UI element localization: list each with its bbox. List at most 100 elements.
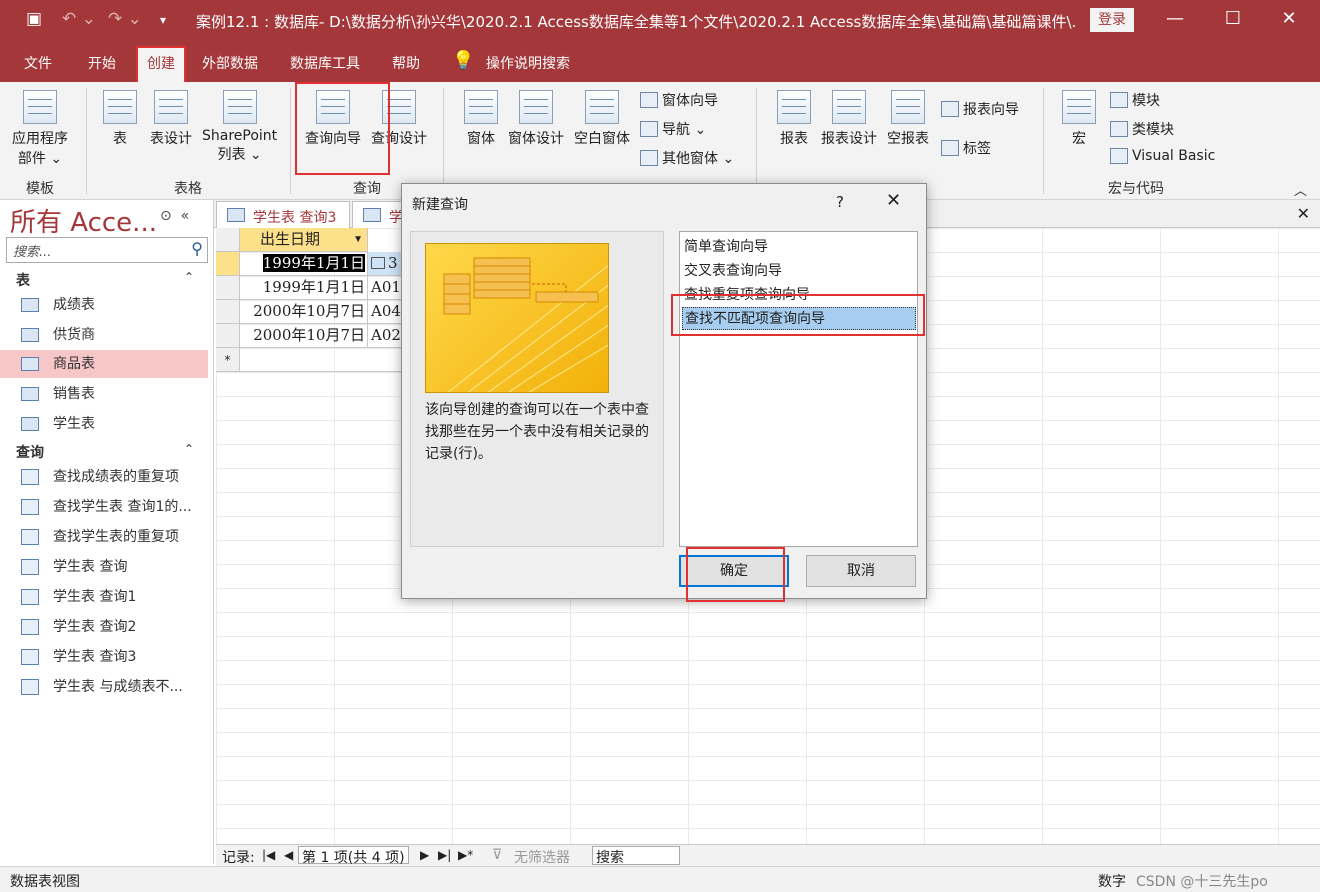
labels-button[interactable]: 标签 — [941, 138, 991, 158]
first-record-icon[interactable]: |◀ — [262, 848, 275, 862]
nav-pane-title[interactable]: 所有 Acce... — [10, 202, 157, 239]
close-icon[interactable]: ✕ — [886, 190, 901, 211]
help-icon[interactable]: ? — [836, 193, 844, 211]
window-title: 案例12.1 : 数据库- D:\数据分析\孙兴华\2020.2.1 Acces… — [196, 13, 1076, 31]
navigation-button[interactable]: 导航 ⌄ — [640, 119, 706, 139]
nav-query-item[interactable]: 学生表 查询1 — [0, 583, 208, 611]
blank-report-icon — [891, 90, 925, 124]
form-wizard-button[interactable]: 窗体向导 — [640, 90, 718, 110]
new-row-marker[interactable]: * — [216, 348, 240, 372]
filter-icon[interactable]: ⊽ — [492, 847, 502, 863]
sharepoint-lists-button[interactable]: SharePoint 列表 ⌄ — [202, 90, 277, 164]
nav-query-item[interactable]: 查找学生表 查询1的... — [0, 493, 208, 521]
nav-query-item[interactable]: 查找学生表的重复项 — [0, 523, 208, 551]
column-header-birthdate[interactable]: 出生日期 ▼ — [240, 228, 368, 252]
report-design-icon — [832, 90, 866, 124]
table-button[interactable]: 表 — [103, 90, 137, 148]
report-button[interactable]: 报表 — [777, 90, 811, 148]
tab-external-data[interactable]: 外部数据 — [202, 53, 258, 73]
tab-query-document[interactable]: 学生表 查询3 — [216, 201, 350, 228]
close-icon[interactable]: ✕ — [1274, 8, 1304, 29]
nav-table-item-selected[interactable]: 商品表 — [0, 350, 208, 378]
tab-home[interactable]: 开始 — [88, 53, 116, 73]
row-selector[interactable] — [216, 276, 240, 300]
previous-record-icon[interactable]: ◀ — [284, 848, 293, 862]
macro-button[interactable]: 宏 — [1062, 90, 1096, 148]
wizard-option-crosstab[interactable]: 交叉表查询向导 — [682, 260, 916, 283]
nav-query-item[interactable]: 查找成绩表的重复项 — [0, 463, 208, 491]
collapse-ribbon-icon[interactable]: ︿ — [1294, 180, 1307, 199]
visual-basic-button[interactable]: Visual Basic — [1110, 148, 1215, 164]
customize-qat-icon[interactable]: ▾ — [160, 13, 166, 27]
row-selector[interactable] — [216, 252, 240, 276]
nav-menu-icon[interactable]: ⊙ — [160, 208, 172, 224]
tell-me-search[interactable]: 操作说明搜索 — [486, 53, 570, 73]
nav-search-input[interactable]: 搜索... ⚲ — [6, 237, 208, 263]
report-wizard-button[interactable]: 报表向导 — [941, 99, 1019, 119]
new-record-row[interactable] — [240, 348, 402, 372]
login-button[interactable]: 登录 — [1090, 8, 1134, 32]
nav-table-item[interactable]: 成绩表 — [0, 291, 208, 319]
form-button[interactable]: 窗体 — [464, 90, 498, 148]
row-selector[interactable] — [216, 300, 240, 324]
form-design-button[interactable]: 窗体设计 — [508, 90, 564, 148]
code-cell[interactable]: A02 — [368, 324, 402, 348]
chevron-up-icon[interactable]: ⌃ — [184, 442, 194, 456]
nav-query-item[interactable]: 学生表 查询2 — [0, 613, 208, 641]
tab-file[interactable]: 文件 — [24, 53, 52, 73]
blank-form-button[interactable]: 空白窗体 — [574, 90, 630, 148]
tab-database-tools[interactable]: 数据库工具 — [290, 53, 360, 73]
nav-table-item[interactable]: 销售表 — [0, 380, 208, 408]
watermark: CSDN @十三先生po — [1136, 874, 1268, 890]
blank-report-button[interactable]: 空报表 — [887, 90, 929, 148]
next-record-icon[interactable]: ▶ — [420, 848, 429, 862]
code-cell[interactable]: A04 — [368, 300, 402, 324]
date-cell[interactable]: 1999年1月1日 — [240, 252, 368, 276]
redo-icon[interactable]: ↷ ⌄ — [108, 9, 142, 29]
code-cell[interactable]: A01 — [368, 276, 402, 300]
nav-table-item[interactable]: 供货商 — [0, 321, 208, 349]
form-design-icon — [519, 90, 553, 124]
dropdown-arrow-icon[interactable]: ▼ — [353, 228, 363, 251]
maximize-icon[interactable]: ☐ — [1218, 8, 1248, 29]
save-icon[interactable]: ▣ — [26, 9, 42, 29]
search-icon[interactable]: ⚲ — [191, 239, 203, 258]
nav-query-item[interactable]: 学生表 查询 — [0, 553, 208, 581]
date-cell[interactable]: 2000年10月7日 — [240, 324, 368, 348]
table-icon — [21, 328, 39, 342]
view-mode-label: 数据表视图 — [10, 874, 80, 890]
close-document-icon[interactable]: ✕ — [1297, 204, 1310, 223]
date-cell[interactable]: 1999年1月1日 — [240, 276, 368, 300]
table-icon — [21, 387, 39, 401]
more-forms-button[interactable]: 其他窗体 ⌄ — [640, 148, 734, 168]
cancel-button[interactable]: 取消 — [806, 555, 916, 587]
select-all-corner[interactable] — [216, 228, 240, 252]
wizard-option-simple[interactable]: 简单查询向导 — [682, 236, 916, 259]
class-module-button[interactable]: 类模块 — [1110, 119, 1174, 139]
no-filter-label[interactable]: 无筛选器 — [514, 847, 570, 867]
report-design-button[interactable]: 报表设计 — [821, 90, 877, 148]
table-design-button[interactable]: 表设计 — [150, 90, 192, 148]
tab-help[interactable]: 帮助 — [392, 53, 420, 73]
module-button[interactable]: 模块 — [1110, 90, 1160, 110]
module-icon — [1110, 92, 1128, 108]
application-parts-button[interactable]: 应用程序 部件 ⌄ — [12, 90, 68, 168]
row-selector[interactable] — [216, 324, 240, 348]
collapse-nav-icon[interactable]: « — [181, 208, 190, 224]
calendar-icon[interactable] — [371, 257, 385, 269]
nav-section-queries[interactable]: 查询 ⌃ — [16, 442, 194, 462]
record-position[interactable]: 第 1 项(共 4 项) — [298, 846, 409, 866]
undo-icon[interactable]: ↶ ⌄ — [62, 9, 96, 29]
tab-create[interactable]: 创建 — [136, 46, 186, 84]
new-record-icon[interactable]: ▶* — [458, 848, 473, 862]
record-search-input[interactable]: 搜索 — [592, 846, 680, 866]
nav-query-item[interactable]: 学生表 查询3 — [0, 643, 208, 671]
nav-table-item[interactable]: 学生表 — [0, 410, 208, 438]
nav-section-tables[interactable]: 表 ⌃ — [16, 270, 194, 290]
nav-query-item[interactable]: 学生表 与成绩表不... — [0, 673, 208, 701]
code-cell[interactable]: 3 — [368, 252, 402, 276]
minimize-icon[interactable]: — — [1160, 8, 1190, 29]
date-cell[interactable]: 2000年10月7日 — [240, 300, 368, 324]
last-record-icon[interactable]: ▶| — [438, 848, 451, 862]
chevron-up-icon[interactable]: ⌃ — [184, 270, 194, 284]
